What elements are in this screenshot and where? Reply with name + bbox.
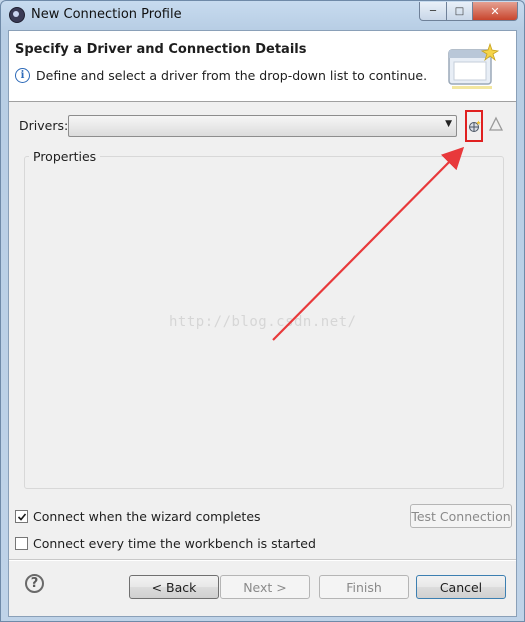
dialog-content: Specify a Driver and Connection Details … bbox=[8, 30, 517, 617]
connect-on-start-checkbox[interactable] bbox=[15, 537, 28, 550]
dialog-window: New Connection Profile ─ □ ✕ Specify a D… bbox=[0, 0, 525, 622]
finish-button[interactable]: Finish bbox=[319, 575, 409, 599]
connect-on-start-option[interactable]: Connect every time the workbench is star… bbox=[15, 536, 316, 551]
close-icon: ✕ bbox=[490, 4, 500, 18]
cancel-button[interactable]: Cancel bbox=[416, 575, 506, 599]
help-icon[interactable]: ? bbox=[25, 574, 44, 593]
connect-on-finish-checkbox[interactable] bbox=[15, 510, 28, 523]
app-icon bbox=[9, 7, 25, 23]
back-button[interactable]: < Back bbox=[129, 575, 219, 599]
button-bar-separator bbox=[9, 559, 516, 561]
checkmark-icon bbox=[17, 512, 26, 521]
close-button[interactable]: ✕ bbox=[472, 2, 518, 21]
next-button[interactable]: Next > bbox=[220, 575, 310, 599]
annotation-arrow bbox=[272, 146, 465, 341]
connect-on-finish-option[interactable]: Connect when the wizard completes bbox=[15, 509, 261, 524]
minimize-button[interactable]: ─ bbox=[419, 2, 447, 21]
maximize-icon: □ bbox=[454, 5, 465, 17]
title-bar: New Connection Profile ─ □ ✕ bbox=[1, 1, 524, 29]
test-connection-button[interactable]: Test Connection bbox=[410, 504, 512, 528]
connect-on-finish-label: Connect when the wizard completes bbox=[33, 509, 261, 524]
maximize-button[interactable]: □ bbox=[446, 2, 473, 21]
minimize-icon: ─ bbox=[429, 5, 437, 17]
connect-on-start-label: Connect every time the workbench is star… bbox=[33, 536, 316, 551]
window-title: New Connection Profile bbox=[31, 7, 182, 22]
